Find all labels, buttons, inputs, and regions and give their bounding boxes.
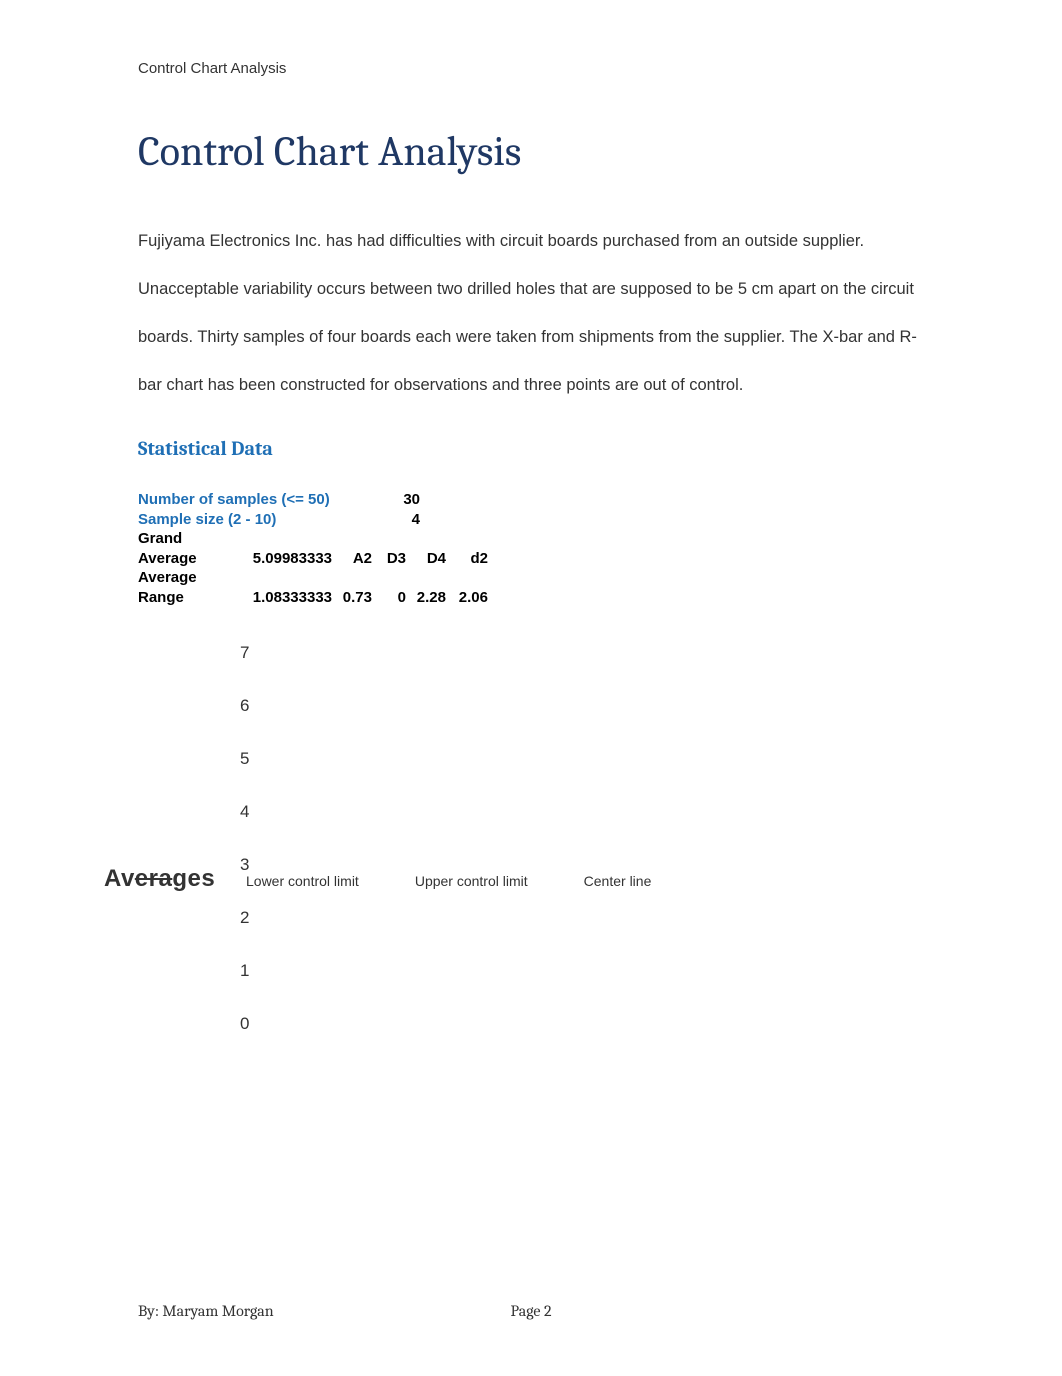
y-tick: 4 <box>240 802 249 822</box>
stat-value-grand-average: 5.09983333 <box>230 549 338 569</box>
chart-title-text: Averages <box>104 865 215 892</box>
stat-label-grand-1: Grand <box>138 529 230 549</box>
table-row: Range 1.08333333 0.73 0 2.28 2.06 <box>138 588 924 608</box>
footer-author: By: Maryam Morgan <box>138 1302 274 1320</box>
legend-upper-control-limit: Upper control limit <box>415 873 528 889</box>
page-title: Control Chart Analysis <box>138 127 924 176</box>
footer-page-number: Page 2 <box>510 1302 551 1320</box>
stat-header-d3: D3 <box>378 549 412 569</box>
running-header: Control Chart Analysis <box>138 60 924 77</box>
statistics-table: Number of samples (<= 50) 30 Sample size… <box>138 490 924 607</box>
table-row: Average 5.09983333 A2 D3 D4 d2 <box>138 549 924 569</box>
stat-value-average-range: 1.08333333 <box>230 588 338 608</box>
table-row: Sample size (2 - 10) 4 <box>138 510 924 530</box>
legend-lower-control-limit: Lower control limit <box>246 873 359 889</box>
stat-label-avgrange-2: Range <box>138 588 230 608</box>
legend-center-line: Center line <box>584 873 652 889</box>
stat-header-a2: A2 <box>338 549 378 569</box>
intro-paragraph: Fujiyama Electronics Inc. has had diffic… <box>138 218 924 409</box>
stat-value-d2-lower: 2.06 <box>452 588 494 608</box>
section-heading-statistical-data: Statistical Data <box>138 437 924 460</box>
y-tick: 1 <box>240 961 249 981</box>
y-tick: 5 <box>240 749 249 769</box>
chart-title-overlap: era <box>135 865 173 892</box>
stat-label-samples: Number of samples (<= 50) <box>138 490 388 510</box>
table-row: Number of samples (<= 50) 30 <box>138 490 924 510</box>
stat-label-grand-2: Average <box>138 549 230 569</box>
averages-chart: 7 6 5 4 3 2 1 0 Averages Lower control l… <box>138 643 924 1103</box>
stat-value-d3: 0 <box>378 588 412 608</box>
stat-value-samples: 30 <box>388 490 426 510</box>
table-row: Average <box>138 568 924 588</box>
y-tick: 3 <box>240 855 249 875</box>
chart-legend: Lower control limit Upper control limit … <box>246 873 651 889</box>
chart-title-averages: Averages <box>104 865 215 893</box>
stat-header-d4-upper: D4 <box>412 549 452 569</box>
y-tick: 0 <box>240 1014 249 1034</box>
y-tick: 6 <box>240 696 249 716</box>
stat-label-sample-size: Sample size (2 - 10) <box>138 510 388 530</box>
stat-value-a2: 0.73 <box>338 588 378 608</box>
y-tick: 2 <box>240 908 249 928</box>
table-row: Grand <box>138 529 924 549</box>
stat-label-avgrange-1: Average <box>138 568 230 588</box>
y-axis-ticks: 7 6 5 4 3 2 1 0 <box>240 643 249 1034</box>
stat-value-sample-size: 4 <box>388 510 426 530</box>
y-tick: 7 <box>240 643 249 663</box>
stat-header-d2-lower: d2 <box>452 549 494 569</box>
page-footer: By: Maryam Morgan Page 2 <box>138 1302 924 1320</box>
stat-value-d4-upper: 2.28 <box>412 588 452 608</box>
